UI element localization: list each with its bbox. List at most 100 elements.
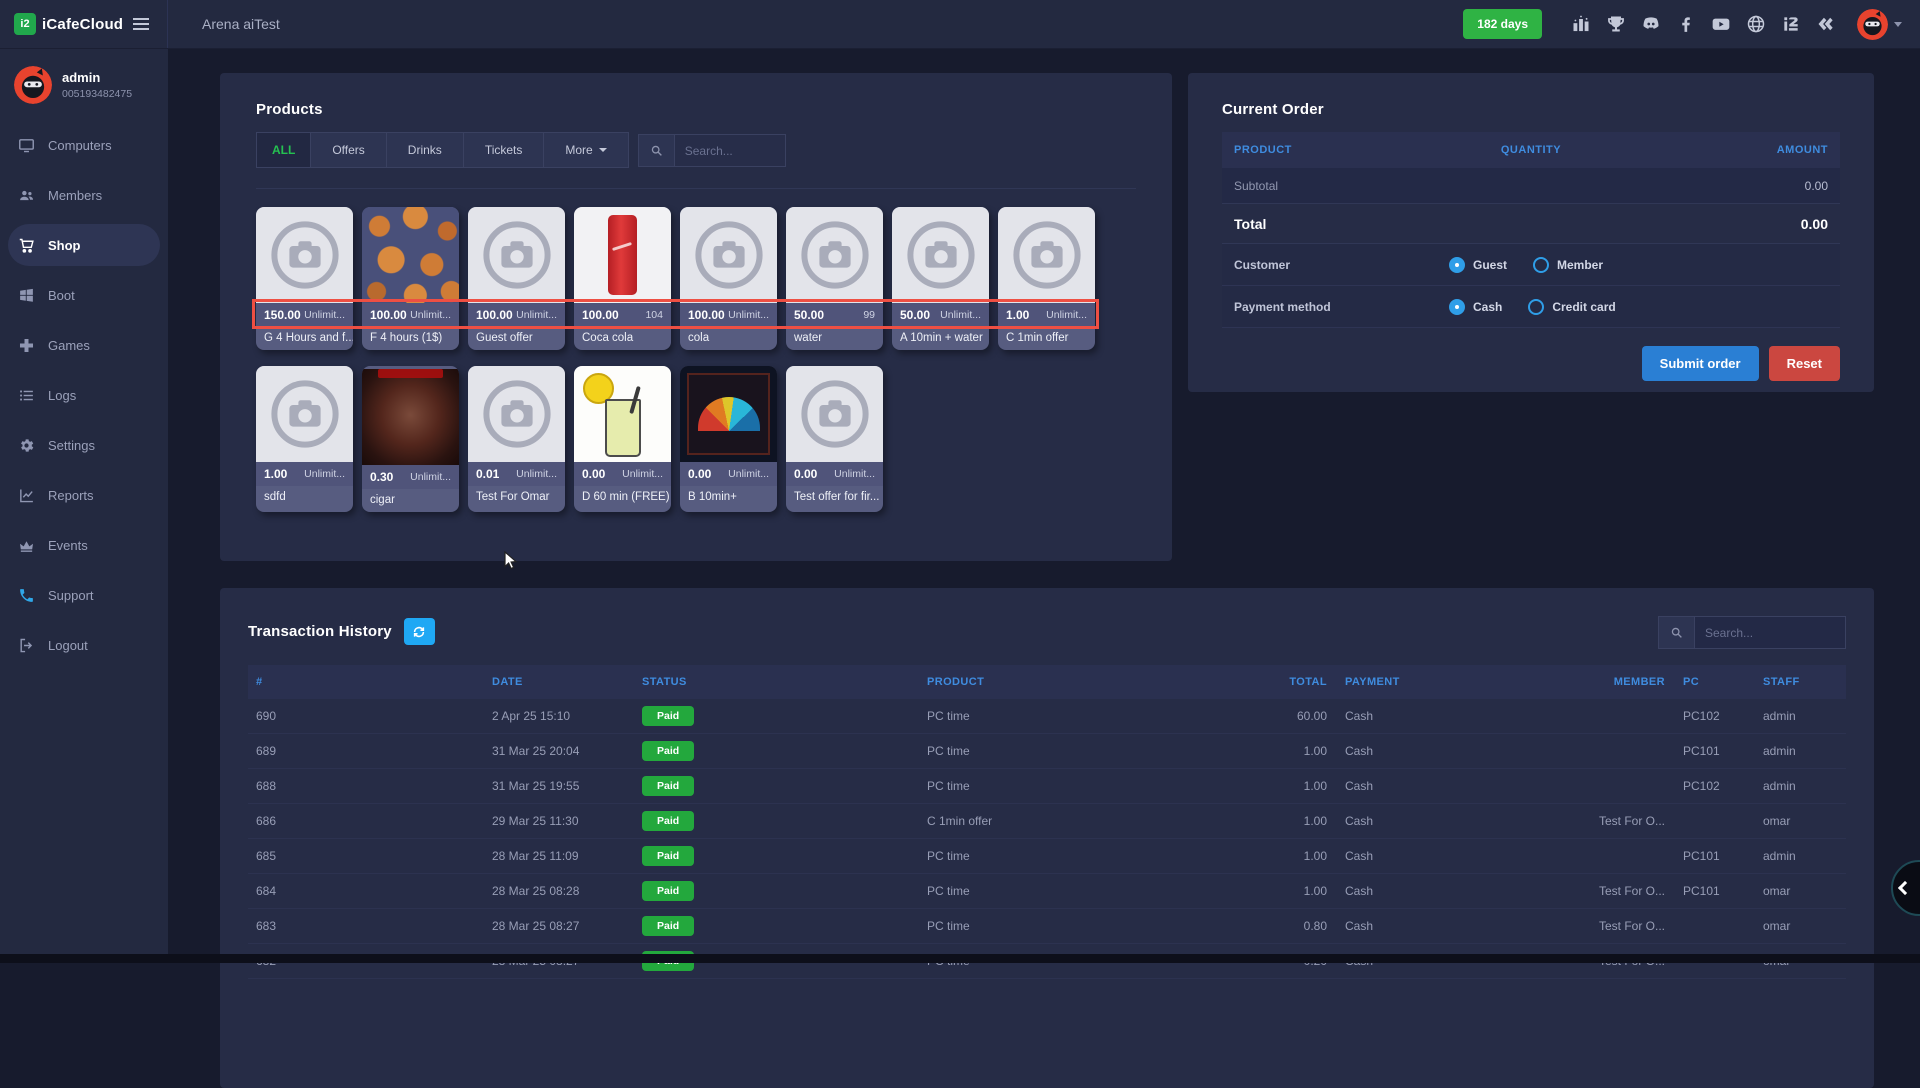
tab-label: Tickets <box>485 143 523 157</box>
sidebar-item-logout[interactable]: Logout <box>8 624 160 666</box>
cell-pc: PC102 <box>1665 709 1745 723</box>
tab-offers[interactable]: Offers <box>310 132 386 168</box>
brand-logo[interactable]: i2 iCafeCloud <box>14 13 123 35</box>
sidebar-item-boot[interactable]: Boot <box>8 274 160 316</box>
ranking-icon[interactable] <box>1571 14 1591 34</box>
tab-all[interactable]: ALL <box>256 132 311 168</box>
radio-unselected-icon <box>1528 299 1544 315</box>
youtube-icon[interactable] <box>1711 14 1731 34</box>
discord-icon[interactable] <box>1641 14 1661 34</box>
product-price-row: 0.00 Unlimit... <box>574 462 671 486</box>
cell-date: 2 Apr 25 15:10 <box>492 709 642 723</box>
payment-option-cash[interactable]: Cash <box>1449 299 1502 315</box>
cell-total: 1.00 <box>1257 744 1327 758</box>
paid-status-badge: Paid <box>642 846 694 867</box>
transaction-row-690[interactable]: 6902 Apr 25 15:10PaidPC time60.00CashPC1… <box>248 699 1846 734</box>
product-card-f-4-hours-1[interactable]: 100.00Unlimit...F 4 hours (1$) <box>362 207 459 350</box>
sidebar-item-logs[interactable]: Logs <box>8 374 160 416</box>
transaction-row-685[interactable]: 68528 Mar 25 11:09PaidPC time1.00CashPC1… <box>248 839 1846 874</box>
cell-status: Paid <box>642 776 927 797</box>
product-stock: Unlimit... <box>622 468 663 480</box>
sidebar-item-shop[interactable]: Shop <box>8 224 160 266</box>
product-card-water[interactable]: 50.0099water <box>786 207 883 350</box>
sidebar-item-label: Support <box>48 588 94 603</box>
glass-graphic <box>605 399 641 457</box>
hamburger-menu-icon[interactable] <box>129 14 153 34</box>
product-card-g-4-hours-and-f[interactable]: 150.00Unlimit...G 4 Hours and f... <box>256 207 353 350</box>
sidebar-item-label: Shop <box>48 238 81 253</box>
product-price: 0.00 <box>582 467 605 481</box>
cell-payment: Cash <box>1327 709 1583 723</box>
transaction-row-683[interactable]: 68328 Mar 25 08:27PaidPC time0.80CashTes… <box>248 909 1846 944</box>
transaction-row-689[interactable]: 68931 Mar 25 20:04PaidPC time1.00CashPC1… <box>248 734 1846 769</box>
refresh-icon-button[interactable] <box>404 618 435 645</box>
search-icon[interactable] <box>638 134 674 167</box>
submit-order-button[interactable]: Submit order <box>1642 346 1759 381</box>
product-card-test-for-omar[interactable]: 0.01Unlimit...Test For Omar <box>468 366 565 512</box>
payment-option-credit-card[interactable]: Credit card <box>1528 299 1615 315</box>
order-table-header: PRODUCT QUANTITY AMOUNT <box>1222 132 1840 168</box>
product-price: 0.00 <box>794 467 817 481</box>
sidebar-item-reports[interactable]: Reports <box>8 474 160 516</box>
product-card-test-offer-for-fir[interactable]: 0.00Unlimit...Test offer for fir... <box>786 366 883 512</box>
sidebar-item-settings[interactable]: Settings <box>8 424 160 466</box>
cell-total: 1.00 <box>1257 814 1327 828</box>
members-icon <box>18 187 35 204</box>
reports-icon <box>18 487 35 504</box>
tab-tickets[interactable]: Tickets <box>463 132 545 168</box>
product-card-coca-cola[interactable]: 100.00104Coca cola <box>574 207 671 350</box>
globe-icon[interactable] <box>1746 14 1766 34</box>
sidebar-item-computers[interactable]: Computers <box>8 124 160 166</box>
horizontal-scrollbar[interactable] <box>0 954 1920 963</box>
products-title: Products <box>256 101 1136 118</box>
product-card-guest-offer[interactable]: 100.00Unlimit...Guest offer <box>468 207 565 350</box>
product-card-d-60-min-free[interactable]: 0.00Unlimit...D 60 min (FREE) <box>574 366 671 512</box>
sidebar-item-members[interactable]: Members <box>8 174 160 216</box>
trophy-icon[interactable] <box>1606 14 1626 34</box>
product-card-b-10min[interactable]: 0.00Unlimit...B 10min+ <box>680 366 777 512</box>
transactions-search-input[interactable] <box>1694 616 1846 649</box>
payment-radio-group: Cash Credit card <box>1449 299 1616 315</box>
column-header-date: DATE <box>492 676 642 688</box>
product-card-sdfd[interactable]: 1.00Unlimit...sdfd <box>256 366 353 512</box>
computers-icon <box>18 137 35 154</box>
brand-area: i2 iCafeCloud <box>0 0 168 48</box>
customer-option-guest[interactable]: Guest <box>1449 257 1507 273</box>
search-icon[interactable] <box>1658 616 1694 649</box>
customer-option-member[interactable]: Member <box>1533 257 1603 273</box>
order-col-product: PRODUCT <box>1234 144 1432 156</box>
facebook-icon[interactable] <box>1676 14 1696 34</box>
radio-selected-icon <box>1449 299 1465 315</box>
cell-staff: admin <box>1745 709 1838 723</box>
sidebar-item-games[interactable]: Games <box>8 324 160 366</box>
days-badge[interactable]: 182 days <box>1463 9 1542 39</box>
sidebar-user-block[interactable]: admin 005193482475 <box>0 49 168 116</box>
cell-status: Paid <box>642 916 927 937</box>
product-name: Test For Omar <box>468 486 565 509</box>
product-image-horror <box>362 369 459 465</box>
transaction-row-684[interactable]: 68428 Mar 25 08:28PaidPC time1.00CashTes… <box>248 874 1846 909</box>
tab-drinks[interactable]: Drinks <box>386 132 464 168</box>
icafecloud-icon[interactable] <box>1781 14 1801 34</box>
tab-more[interactable]: More <box>543 132 628 168</box>
transaction-row-686[interactable]: 68629 Mar 25 11:30PaidC 1min offer1.00Ca… <box>248 804 1846 839</box>
cell-member: Test For O... <box>1583 919 1665 933</box>
transaction-row-688[interactable]: 68831 Mar 25 19:55PaidPC time1.00CashPC1… <box>248 769 1846 804</box>
product-card-cola[interactable]: 100.00Unlimit...cola <box>680 207 777 350</box>
sidebar-item-events[interactable]: Events <box>8 524 160 566</box>
product-image-skulls <box>362 207 459 303</box>
products-search-input[interactable] <box>674 134 786 167</box>
product-name: cola <box>680 327 777 350</box>
product-card-cigar[interactable]: 0.30Unlimit...cigar <box>362 366 459 512</box>
user-avatar <box>14 66 52 104</box>
reset-button[interactable]: Reset <box>1769 346 1840 381</box>
total-label: Total <box>1234 216 1266 232</box>
transactions-search <box>1658 616 1846 649</box>
layers-icon[interactable] <box>1816 14 1836 34</box>
product-card-c-1min-offer[interactable]: 1.00Unlimit...C 1min offer <box>998 207 1095 350</box>
product-card-a-10min-water[interactable]: 50.00Unlimit...A 10min + water <box>892 207 989 350</box>
sidebar-item-support[interactable]: Support <box>8 574 160 616</box>
paid-status-badge: Paid <box>642 881 694 902</box>
total-value: 0.00 <box>1801 216 1828 232</box>
user-menu[interactable] <box>1857 9 1902 40</box>
